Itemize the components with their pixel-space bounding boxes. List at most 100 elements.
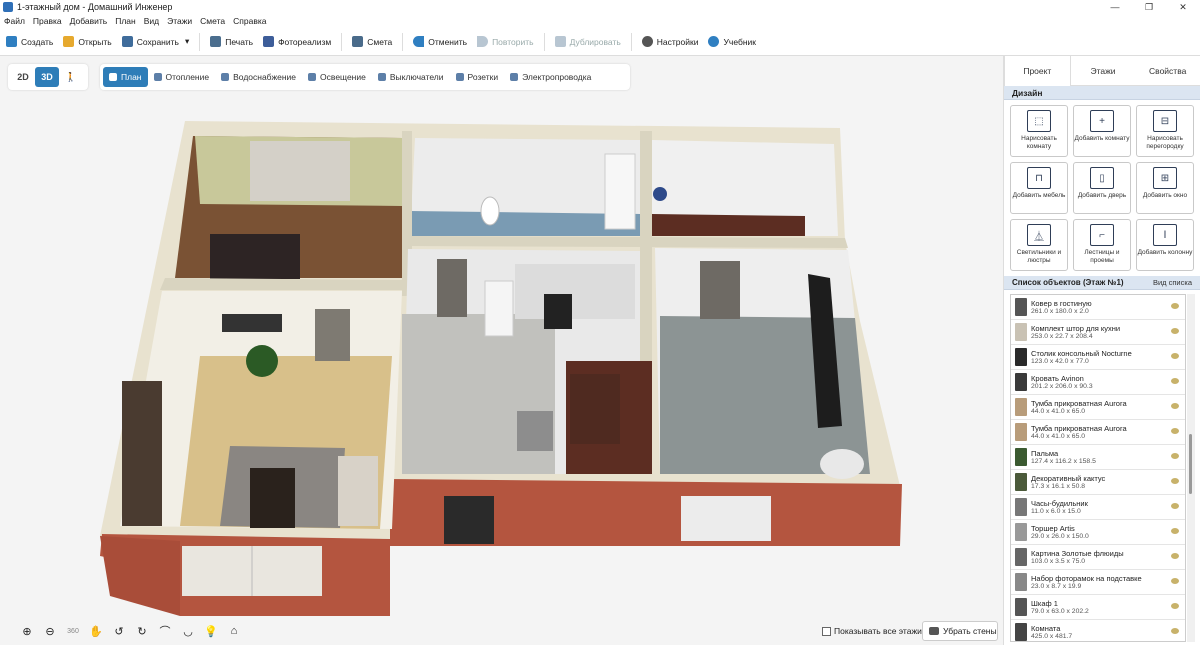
list-item[interactable]: Декоративный кактус 17.3 x 16.1 x 50.8 [1011, 470, 1185, 495]
walk-mode-icon[interactable]: 🚶 [59, 67, 83, 87]
rotate-360-icon[interactable]: 360 [62, 621, 84, 641]
draw-room-button[interactable]: ⬚ Нарисовать комнату [1010, 105, 1068, 157]
house-3d-model[interactable] [0, 56, 1003, 645]
tutorial-button[interactable]: Учебник [708, 32, 756, 52]
visibility-eye-icon[interactable] [1171, 603, 1179, 609]
visibility-eye-icon[interactable] [1171, 403, 1179, 409]
3d-viewport[interactable]: 2D 3D 🚶 План Отопление Водоснабжение Осв… [0, 56, 1003, 645]
add-column-button[interactable]: Ⅰ Добавить колонну [1136, 219, 1194, 271]
tile-label: Добавить колонну [1137, 249, 1193, 256]
add-stairs-button[interactable]: ⌐ Лестницы и проемы [1073, 219, 1131, 271]
visibility-eye-icon[interactable] [1171, 303, 1179, 309]
plan-icon [109, 73, 117, 81]
add-furniture-button[interactable]: ⊓ Добавить мебель [1010, 162, 1068, 214]
create-button[interactable]: Создать [6, 32, 53, 52]
visibility-eye-icon[interactable] [1171, 478, 1179, 484]
bed-icon [1015, 373, 1027, 391]
list-item[interactable]: Комната 425.0 x 481.7 [1011, 620, 1185, 641]
close-button[interactable]: ✕ [1166, 0, 1200, 14]
tilt-down-icon[interactable]: ◡ [177, 621, 199, 641]
visibility-eye-icon[interactable] [1171, 328, 1179, 334]
draw-partition-button[interactable]: ⊟ Нарисовать перегородку [1136, 105, 1194, 157]
view-2d-button[interactable]: 2D [11, 67, 35, 87]
home-icon[interactable]: ⌂ [223, 621, 245, 641]
visibility-eye-icon[interactable] [1171, 353, 1179, 359]
list-item[interactable]: Набор фоторамок на подставке 23.0 x 8.7 x… [1011, 570, 1185, 595]
menu-edit[interactable]: Правка [33, 16, 62, 26]
mode-lighting[interactable]: Освещение [302, 67, 372, 87]
menu-floors[interactable]: Этажи [167, 16, 192, 26]
menu-plan[interactable]: План [115, 16, 136, 26]
rotate-right-icon[interactable]: ↻ [131, 621, 153, 641]
visibility-eye-icon[interactable] [1171, 428, 1179, 434]
add-lights-button[interactable]: ⏅ Светильники и люстры [1010, 219, 1068, 271]
new-file-icon [6, 36, 17, 47]
zoom-out-icon[interactable]: ⊖ [39, 621, 61, 641]
tab-properties[interactable]: Свойства [1135, 56, 1200, 86]
menu-add[interactable]: Добавить [70, 16, 108, 26]
pan-hand-icon[interactable]: ✋ [85, 621, 107, 641]
add-door-button[interactable]: ▯ Добавить дверь [1073, 162, 1131, 214]
mode-wiring[interactable]: Электропроводка [504, 67, 597, 87]
print-button[interactable]: Печать [210, 32, 253, 52]
help-icon [708, 36, 720, 47]
list-item[interactable]: Картина Золотые флюиды 103.0 x 3.5 x 75.0 [1011, 545, 1185, 570]
list-item[interactable]: Комплект штор для кухни 253.0 x 22.7 x 20… [1011, 320, 1185, 345]
redo-button[interactable]: Повторить [477, 32, 534, 52]
object-name: Набор фоторамок на подставке [1031, 573, 1142, 583]
estimate-button[interactable]: Смета [352, 32, 392, 52]
view-3d-button[interactable]: 3D [35, 67, 59, 87]
show-all-floors-checkbox[interactable]: Показывать все этажи [822, 626, 922, 636]
mode-water[interactable]: Водоснабжение [215, 67, 302, 87]
minimize-button[interactable]: — [1098, 0, 1132, 14]
list-view-button[interactable]: Вид списка [1153, 276, 1192, 289]
add-window-button[interactable]: ⊞ Добавить окно [1136, 162, 1194, 214]
save-dropdown-chevron-icon[interactable]: ▾ [185, 36, 189, 47]
list-item[interactable]: Тумба прикроватная Aurora 44.0 x 41.0 x 6… [1011, 395, 1185, 420]
checkbox-box[interactable] [822, 626, 831, 636]
visibility-eye-icon[interactable] [1171, 578, 1179, 584]
mode-switches[interactable]: Выключатели [372, 67, 450, 87]
zoom-in-icon[interactable]: ⊕ [16, 621, 38, 641]
list-item[interactable]: Тумба прикроватная Aurora 44.0 x 41.0 x 6… [1011, 420, 1185, 445]
visibility-eye-icon[interactable] [1171, 528, 1179, 534]
scrollbar-thumb[interactable] [1189, 434, 1192, 494]
maximize-button[interactable]: ❐ [1132, 0, 1166, 14]
list-item[interactable]: Столик консольный Nocturne 123.0 x 42.0 x… [1011, 345, 1185, 370]
list-item[interactable]: Кровать Avinon 201.2 x 206.0 x 90.3 [1011, 370, 1185, 395]
mode-sockets[interactable]: Розетки [450, 67, 505, 87]
add-room-button[interactable]: + Добавить комнату [1073, 105, 1131, 157]
menu-help[interactable]: Справка [233, 16, 266, 26]
list-item[interactable]: Шкаф 1 79.0 x 63.0 x 202.2 [1011, 595, 1185, 620]
object-list[interactable]: Ковер в гостиную 261.0 x 180.0 x 2.0 Комп… [1010, 294, 1186, 642]
rotate-left-icon[interactable]: ↺ [108, 621, 130, 641]
visibility-eye-icon[interactable] [1171, 628, 1179, 634]
settings-button[interactable]: Настройки [641, 32, 699, 52]
visibility-eye-icon[interactable] [1171, 453, 1179, 459]
visibility-eye-icon[interactable] [1171, 503, 1179, 509]
remove-walls-button[interactable]: Убрать стены [922, 621, 998, 641]
undo-button[interactable]: Отменить [413, 32, 467, 52]
visibility-eye-icon[interactable] [1171, 378, 1179, 384]
list-item[interactable]: Пальма 127.4 x 116.2 x 158.5 [1011, 445, 1185, 470]
menu-estimate[interactable]: Смета [200, 16, 225, 26]
list-item[interactable]: Часы-будильник 11.0 x 6.0 x 15.0 [1011, 495, 1185, 520]
menu-file[interactable]: Файл [4, 16, 25, 26]
duplicate-button[interactable]: Дублировать [554, 32, 621, 52]
mode-plan[interactable]: План [103, 67, 148, 87]
tilt-up-icon[interactable]: ⌒ [154, 621, 176, 641]
settings-label: Настройки [656, 36, 699, 47]
object-list-scrollbar[interactable] [1187, 294, 1195, 642]
list-item[interactable]: Торшер Artis 29.0 x 26.0 x 150.0 [1011, 520, 1185, 545]
light-icon[interactable]: 💡 [200, 621, 222, 641]
tab-project[interactable]: Проект [1004, 55, 1071, 86]
visibility-eye-icon[interactable] [1171, 553, 1179, 559]
open-button[interactable]: Открыть [63, 32, 112, 52]
photorealism-button[interactable]: Фотореализм [263, 32, 331, 52]
save-button[interactable]: Сохранить ▾ [121, 32, 189, 52]
menu-view[interactable]: Вид [144, 16, 159, 26]
app-window: 1-этажный дом - Домашний Инженер — ❐ ✕ Ф… [0, 0, 1200, 645]
mode-heating[interactable]: Отопление [148, 67, 216, 87]
list-item[interactable]: Ковер в гостиную 261.0 x 180.0 x 2.0 [1011, 295, 1185, 320]
tab-floors[interactable]: Этажи [1071, 56, 1136, 86]
